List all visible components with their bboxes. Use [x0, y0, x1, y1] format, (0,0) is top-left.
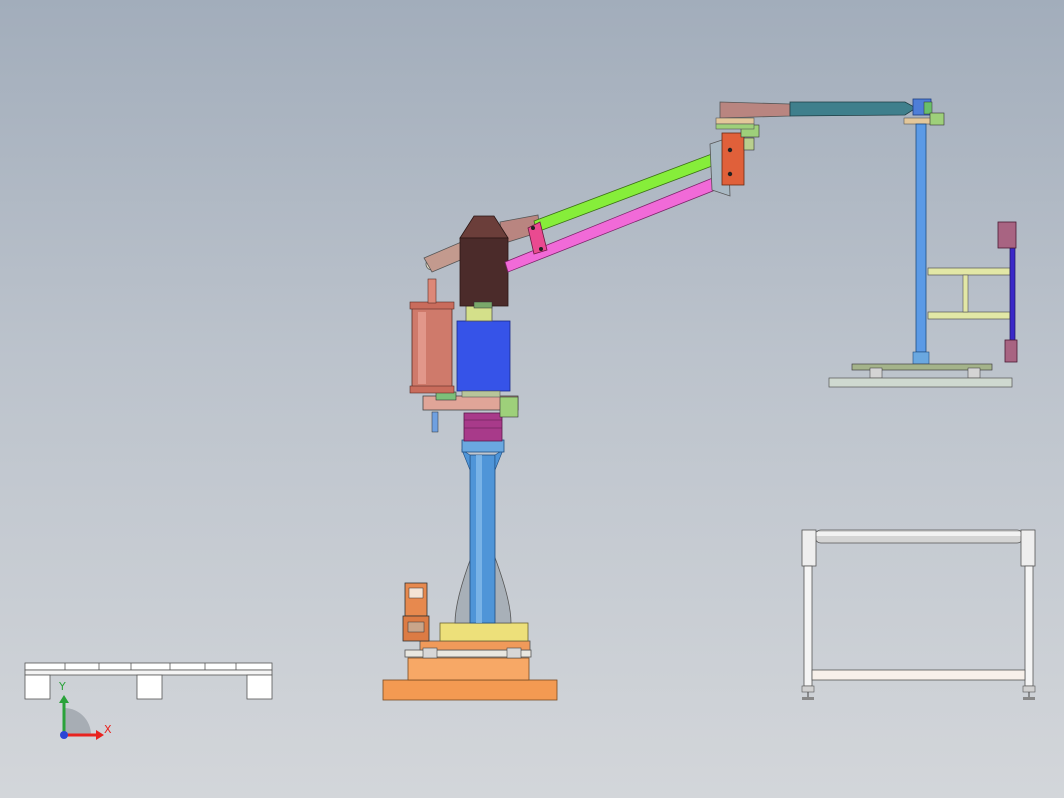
balance-cylinder[interactable]: [409, 257, 455, 394]
model-canvas[interactable]: X Y: [0, 0, 1064, 798]
vertical-hanging-arm[interactable]: [912, 123, 930, 365]
column[interactable]: [454, 412, 512, 624]
piston-rod: [427, 278, 437, 304]
conveyor-roller: [814, 529, 1024, 544]
drive-motor[interactable]: [456, 305, 511, 398]
z-axis-origin: [60, 731, 68, 739]
y-axis-label: Y: [58, 680, 66, 693]
gearbox-housing[interactable]: [459, 215, 509, 309]
control-valve-box[interactable]: [402, 582, 430, 642]
top-horizontal-arm[interactable]: [715, 98, 945, 130]
arm-joint-front[interactable]: [709, 124, 760, 197]
slewing-bearing: [463, 412, 503, 442]
roller-conveyor[interactable]: [801, 529, 1036, 700]
axis-triad: X Y: [58, 680, 112, 740]
base-plate: [439, 622, 529, 642]
triad-plane: [64, 708, 91, 735]
gripper-plate: [828, 377, 1013, 388]
x-axis-label: X: [104, 723, 112, 736]
